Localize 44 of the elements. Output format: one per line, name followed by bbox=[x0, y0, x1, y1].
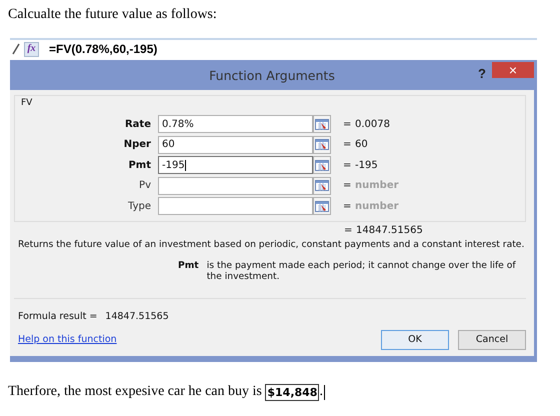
argument-label: Rate bbox=[124, 118, 152, 130]
window-title: Function Arguments bbox=[209, 68, 335, 82]
argument-value: 60 bbox=[355, 139, 368, 150]
collapse-dialog-button[interactable] bbox=[313, 136, 331, 154]
insert-function-button[interactable]: fx bbox=[24, 42, 39, 56]
argument-name: Pmt bbox=[178, 260, 199, 272]
result-value: 14847.51565 bbox=[356, 224, 423, 238]
intro-text: Calcualte the future value as follows: bbox=[7, 6, 218, 24]
argument-value: -195 bbox=[355, 160, 378, 171]
help-button[interactable]: ? bbox=[478, 66, 486, 81]
argument-field[interactable]: 0.78% bbox=[158, 115, 313, 134]
argument-field[interactable] bbox=[158, 197, 313, 216]
function-description: Returns the future value of an investment based on periodic, constant payments and a constant interest rate. bbox=[18, 238, 526, 250]
help-link[interactable]: Help on this function bbox=[18, 334, 117, 345]
argument-label: Type bbox=[127, 200, 152, 212]
argument-label: Pmt bbox=[127, 160, 152, 171]
equals-sign: = bbox=[344, 224, 354, 238]
collapse-dialog-button[interactable] bbox=[313, 176, 331, 195]
equals-sign: = bbox=[343, 139, 352, 150]
argument-field[interactable] bbox=[158, 176, 313, 195]
conclusion-text: Therfore, the most expesive car he can buy is $14,848. bbox=[8, 384, 326, 400]
argument-label: Nper bbox=[122, 139, 152, 150]
equals-sign: = bbox=[343, 180, 352, 192]
collapse-dialog-button[interactable] bbox=[313, 197, 331, 216]
argument-value: number bbox=[355, 200, 399, 212]
function-name: FV bbox=[20, 97, 34, 110]
equals-sign: = bbox=[343, 160, 352, 171]
equals-sign: = bbox=[343, 118, 352, 130]
dialog-button[interactable]: Cancel bbox=[458, 330, 526, 350]
collapse-dialog-button[interactable] bbox=[313, 115, 331, 134]
argument-value: number bbox=[355, 180, 399, 192]
argument-label: Pv bbox=[138, 180, 152, 192]
argument-description: is the payment made each period; it cannot change over the life of the investment. bbox=[206, 260, 517, 282]
close-button[interactable]: × bbox=[492, 62, 534, 78]
argument-field[interactable]: 60 bbox=[158, 136, 313, 154]
equals-sign: = bbox=[343, 200, 352, 212]
collapse-dialog-button[interactable] bbox=[313, 156, 331, 174]
pencil-icon bbox=[12, 43, 20, 55]
argument-value: 0.0078 bbox=[355, 118, 390, 130]
dialog-button[interactable]: OK bbox=[381, 330, 449, 350]
argument-field[interactable]: -195 bbox=[158, 156, 313, 174]
formula-result-label: Formula result = bbox=[18, 310, 98, 322]
formula-text: =FV(0.78%,60,-195) bbox=[49, 42, 158, 56]
formula-result-value: 14847.51565 bbox=[105, 310, 169, 322]
